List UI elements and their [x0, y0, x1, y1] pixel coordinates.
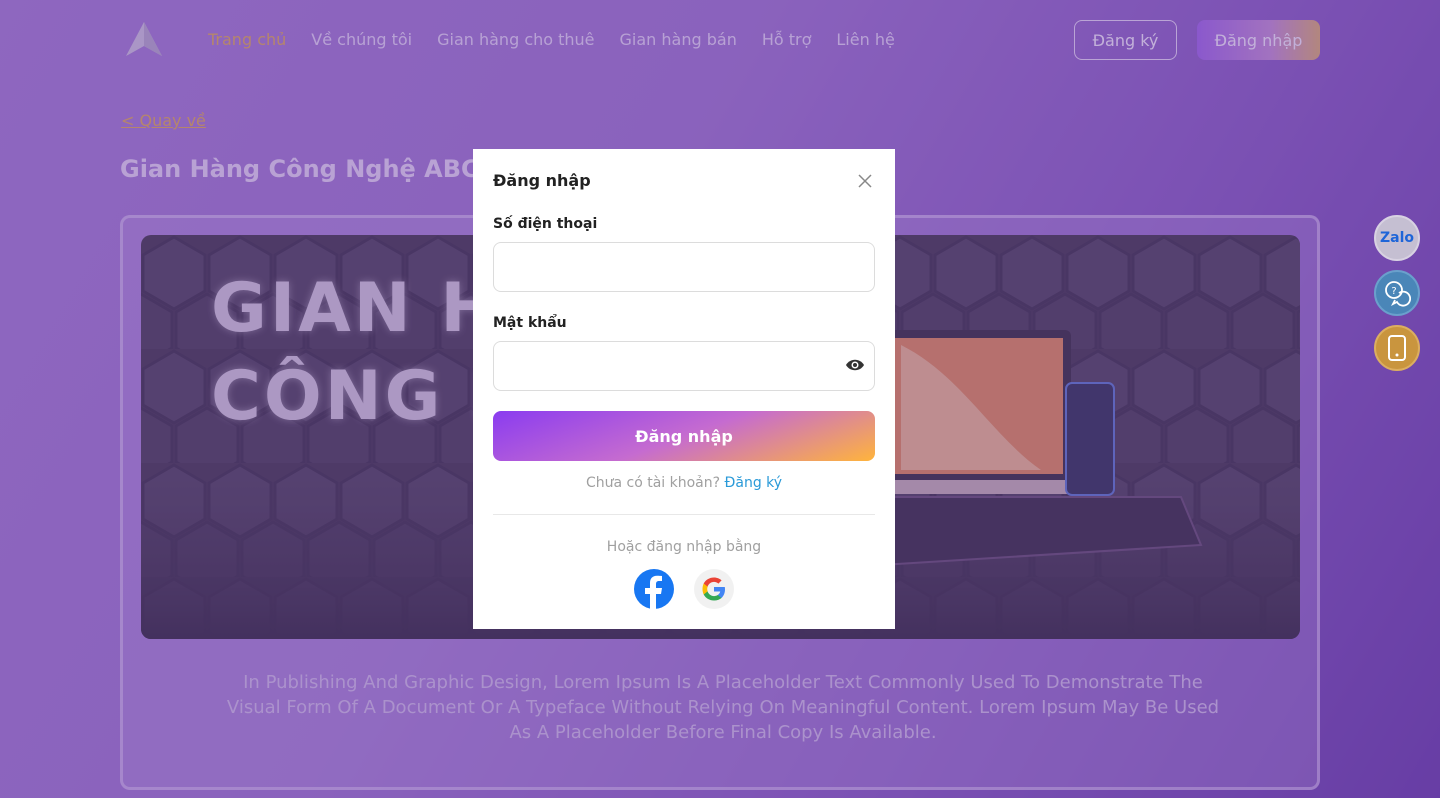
login-modal: Đăng nhập Số điện thoại Mật khẩu Đăng nh… [473, 149, 895, 629]
password-input[interactable] [493, 341, 875, 391]
facebook-login-button[interactable] [634, 569, 674, 609]
password-label: Mật khẩu [493, 315, 567, 331]
submit-login-button[interactable]: Đăng nhập [493, 411, 875, 461]
chat-support-button[interactable]: ? [1374, 270, 1420, 316]
phone-icon [1388, 335, 1406, 361]
phone-label: Số điện thoại [493, 216, 598, 232]
phone-button[interactable] [1374, 325, 1420, 371]
facebook-icon [645, 575, 662, 609]
eye-icon[interactable] [845, 357, 865, 373]
no-account-line: Chưa có tài khoản? Đăng ký [473, 475, 895, 491]
modal-title: Đăng nhập [493, 171, 591, 190]
alt-login-text: Hoặc đăng nhập bằng [606, 539, 762, 555]
no-account-text: Chưa có tài khoản? [585, 475, 721, 491]
zalo-button[interactable]: Zalo [1374, 215, 1420, 261]
phone-input[interactable] [493, 242, 875, 292]
chat-question-icon: ? [1385, 281, 1411, 307]
signup-link[interactable]: Đăng ký [725, 475, 783, 491]
google-login-button[interactable] [694, 569, 734, 609]
close-icon[interactable] [857, 173, 873, 189]
svg-text:?: ? [1391, 286, 1396, 297]
page: Trang chủ Về chúng tôi Gian hàng cho thu… [0, 0, 1440, 798]
divider [493, 514, 875, 515]
google-icon [702, 577, 725, 601]
